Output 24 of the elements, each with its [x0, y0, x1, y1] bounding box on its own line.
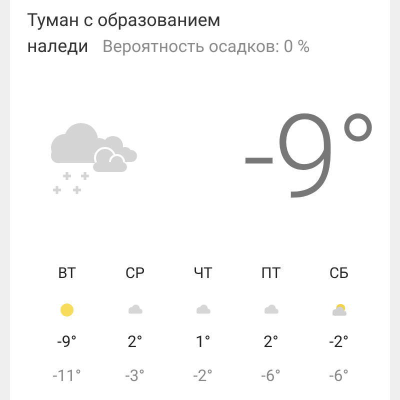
day-label: ЧТ	[193, 264, 212, 284]
low-temperature: -3°	[125, 366, 145, 385]
high-temperature: 2°	[128, 332, 142, 353]
sun-icon	[60, 303, 74, 317]
high-temperature: -9°	[57, 332, 77, 353]
day-label: СР	[125, 264, 145, 284]
low-temperature: -6°	[261, 366, 281, 385]
cloud-icon	[126, 304, 144, 316]
current-temperature: -9°	[242, 98, 378, 218]
condition-text: наледи	[27, 35, 88, 59]
cloud-icon	[262, 304, 280, 316]
sun-cloud-icon	[330, 303, 348, 317]
low-temperature: -11°	[52, 366, 82, 385]
cloud-icon	[194, 304, 212, 316]
precipitation-text: Вероятность осадков: 0 %	[102, 37, 310, 57]
high-temperature: 1°	[196, 332, 210, 353]
low-temperature: -6°	[329, 366, 349, 385]
condition-text: Туман с образованием	[27, 9, 222, 33]
day-label: ВТ	[58, 264, 76, 284]
day-label: ПТ	[261, 264, 281, 284]
day-label: СБ	[329, 264, 349, 284]
high-temperature: 2°	[264, 332, 278, 353]
high-temperature: -2°	[329, 332, 349, 353]
low-temperature: -2°	[193, 366, 213, 385]
